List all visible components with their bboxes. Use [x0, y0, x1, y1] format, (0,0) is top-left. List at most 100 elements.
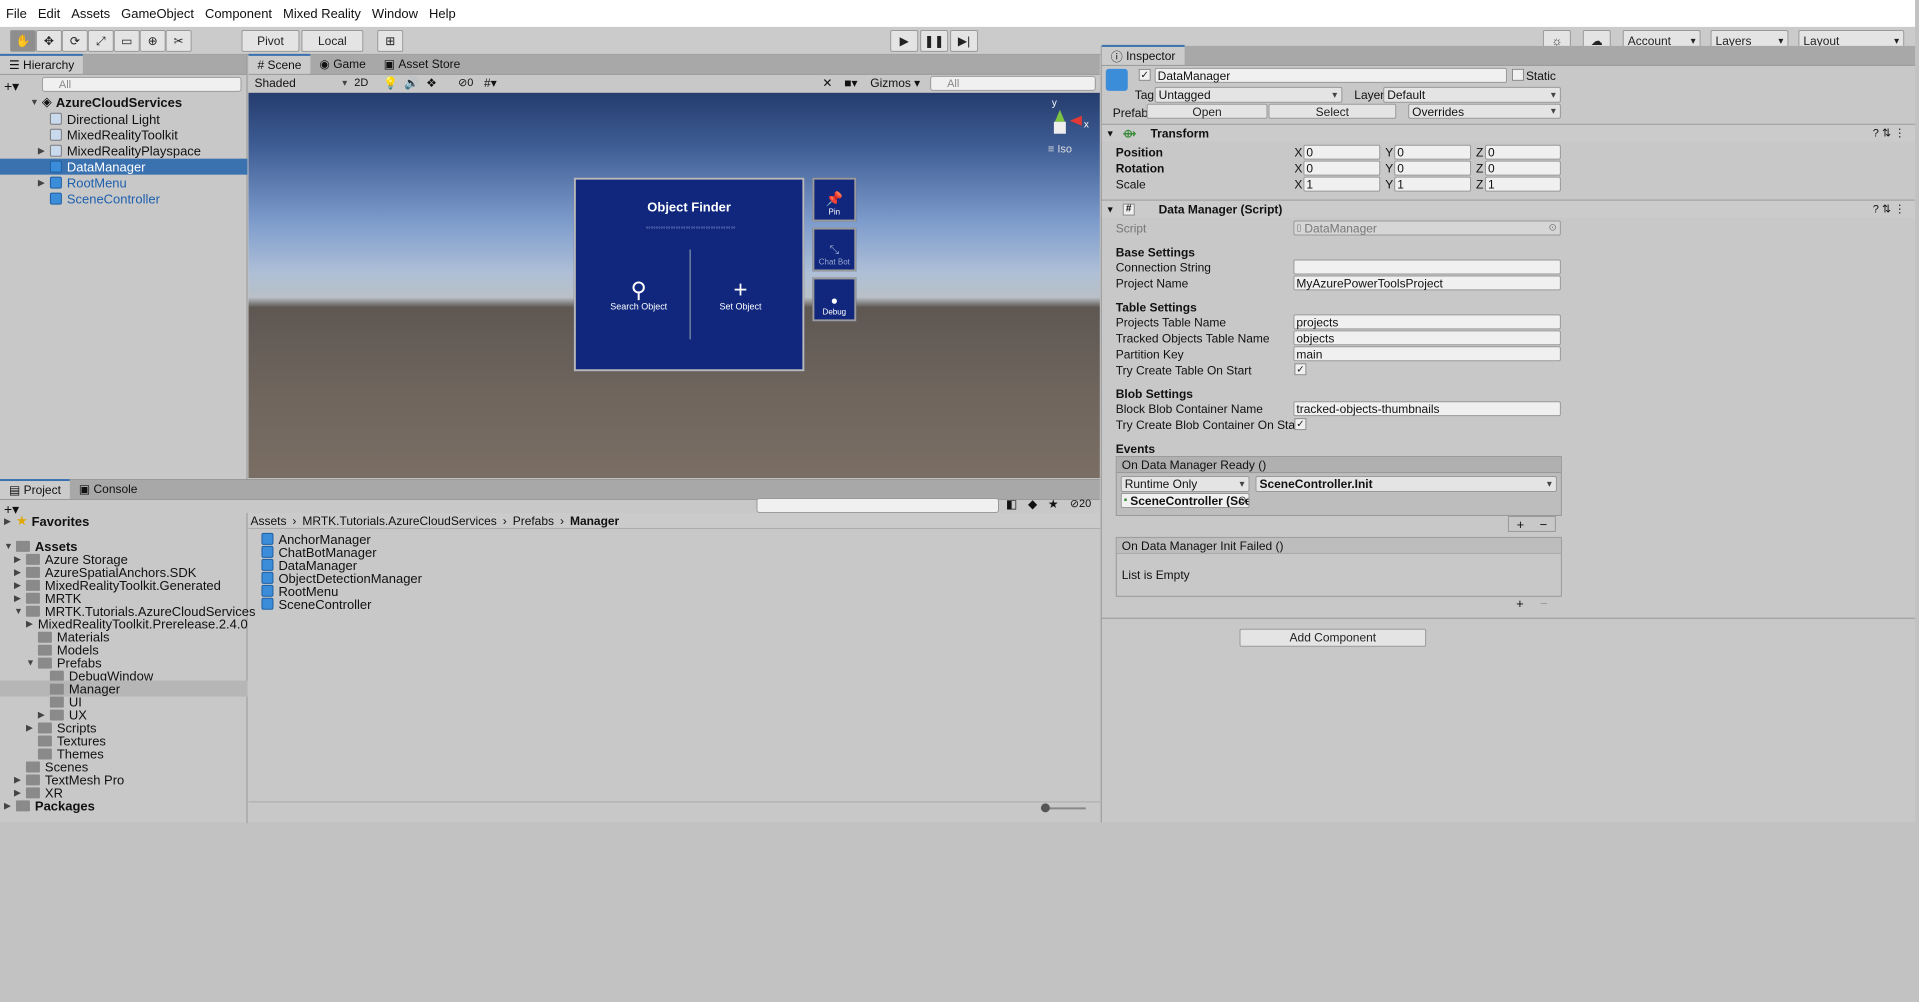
menu-edit[interactable]: Edit: [38, 6, 60, 21]
projects-table-name-input[interactable]: projects: [1293, 314, 1561, 330]
play-icon[interactable]: ▶: [890, 29, 919, 52]
audio-icon[interactable]: 🔊: [404, 76, 419, 90]
hierarchy-search-input[interactable]: All: [41, 76, 242, 92]
local-button[interactable]: Local: [301, 29, 364, 52]
project-search-input[interactable]: [756, 498, 999, 513]
breadcrumb-item[interactable]: Assets: [250, 513, 286, 527]
prefab-select-button[interactable]: Select: [1268, 103, 1397, 119]
debug-button[interactable]: ● Debug: [812, 277, 857, 322]
hierarchy-item[interactable]: SceneController: [49, 191, 160, 207]
snap-icon[interactable]: ⊞: [377, 29, 404, 52]
prefab-open-button[interactable]: Open: [1146, 103, 1268, 119]
scale-tool-icon[interactable]: ⤢: [87, 29, 114, 52]
remove-icon[interactable]: −: [1540, 516, 1548, 531]
tracked-objects-table-name-input[interactable]: objects: [1293, 330, 1561, 346]
menu-window[interactable]: Window: [372, 6, 418, 21]
target-object-field[interactable]: ▪ SceneController (Sce ⊙: [1120, 493, 1250, 508]
asset-item[interactable]: SceneController: [261, 596, 371, 612]
menu-gameobject[interactable]: GameObject: [121, 6, 194, 21]
scale-z-field[interactable]: 1: [1485, 176, 1561, 192]
static-checkbox[interactable]: [1511, 68, 1524, 81]
tab-scene[interactable]: # Scene: [248, 53, 311, 74]
add-icon[interactable]: +: [1517, 516, 1525, 531]
hierarchy-item-selected[interactable]: DataManager: [0, 158, 248, 175]
menu-mixed-reality[interactable]: Mixed Reality: [283, 6, 361, 21]
add-component-button[interactable]: Add Component: [1239, 628, 1427, 647]
tools-icon[interactable]: ✕: [822, 76, 832, 90]
menu-help[interactable]: Help: [429, 6, 456, 21]
overrides-dropdown[interactable]: Overrides: [1408, 103, 1561, 119]
object-name-field[interactable]: DataManager: [1154, 67, 1507, 83]
block-blob-container-input[interactable]: tracked-objects-thumbnails: [1293, 401, 1561, 417]
rotation-x-field[interactable]: 0: [1303, 160, 1381, 176]
rotation-y-field[interactable]: 0: [1394, 160, 1472, 176]
position-z-field[interactable]: 0: [1485, 144, 1561, 160]
tag-dropdown[interactable]: Untagged: [1154, 86, 1343, 103]
favorite-icon[interactable]: ★: [1048, 497, 1059, 511]
position-x-field[interactable]: 0: [1303, 144, 1381, 160]
lighting-icon[interactable]: 💡: [383, 76, 398, 90]
hierarchy-item[interactable]: ▶ MixedRealityPlayspace: [38, 143, 201, 159]
tab-hierarchy[interactable]: ☰ Hierarchy: [0, 53, 84, 74]
scale-x-field[interactable]: 1: [1303, 176, 1381, 192]
effects-icon[interactable]: ❖: [426, 76, 437, 90]
add-icon[interactable]: +▾: [4, 78, 19, 95]
connection-string-input[interactable]: [1293, 259, 1561, 275]
tab-inspector[interactable]: ⓘ Inspector: [1101, 44, 1185, 65]
tab-project[interactable]: ▤ Project: [0, 479, 70, 499]
filter-type-icon[interactable]: ◧: [1006, 497, 1017, 511]
pivot-button[interactable]: Pivot: [241, 29, 300, 52]
rotate-tool-icon[interactable]: ⟳: [61, 29, 88, 52]
step-icon[interactable]: ▶|: [950, 29, 979, 52]
rotation-z-field[interactable]: 0: [1485, 160, 1561, 176]
folder-item-selected[interactable]: Manager: [0, 680, 248, 697]
hidden-objects-toggle[interactable]: ⊘0: [458, 76, 473, 89]
menu-component[interactable]: Component: [205, 6, 272, 21]
position-y-field[interactable]: 0: [1394, 144, 1472, 160]
try-create-blob-checkbox[interactable]: ✓: [1294, 418, 1307, 431]
set-object-button[interactable]: + Set Object: [692, 278, 790, 311]
breadcrumb-item[interactable]: MRTK.Tutorials.AzureCloudServices: [302, 513, 496, 527]
transform-header[interactable]: ▼ ⟴ Transform ? ⇅ ⋮: [1101, 123, 1916, 142]
tab-console[interactable]: ▣ Console: [70, 479, 147, 499]
pause-icon[interactable]: ❚❚: [920, 29, 949, 52]
partition-key-input[interactable]: main: [1293, 346, 1561, 362]
add-icon[interactable]: +: [1516, 595, 1524, 610]
packages-item[interactable]: ▶ Packages: [4, 797, 95, 813]
rect-tool-icon[interactable]: ▭: [113, 29, 140, 52]
hierarchy-item[interactable]: Directional Light: [49, 111, 160, 127]
breadcrumb-item[interactable]: Prefabs: [513, 513, 554, 527]
runtime-dropdown[interactable]: Runtime Only: [1120, 476, 1250, 493]
function-dropdown[interactable]: SceneController.Init: [1255, 476, 1557, 493]
layer-dropdown[interactable]: Default: [1383, 86, 1561, 103]
component-menu-icon[interactable]: ? ⇅ ⋮: [1873, 127, 1905, 140]
shading-dropdown[interactable]: Shaded: [251, 75, 351, 91]
scale-y-field[interactable]: 1: [1394, 176, 1472, 192]
slider-handle[interactable]: [1040, 803, 1050, 813]
breadcrumb-item[interactable]: Manager: [570, 513, 619, 527]
custom-tool-icon[interactable]: ✂: [165, 29, 192, 52]
search-object-button[interactable]: ⚲ Search Object: [590, 279, 688, 311]
gizmos-dropdown[interactable]: Gizmos ▾: [870, 76, 920, 90]
favorites-item[interactable]: ▶ ★ Favorites: [4, 513, 89, 529]
camera-icon[interactable]: ■▾: [844, 76, 857, 90]
component-menu-icon[interactable]: ? ⇅ ⋮: [1873, 203, 1905, 216]
scene-search-input[interactable]: All: [930, 75, 1096, 91]
move-tool-icon[interactable]: ✥: [35, 29, 62, 52]
try-create-table-checkbox[interactable]: ✓: [1294, 363, 1307, 376]
project-name-input[interactable]: MyAzurePowerToolsProject: [1293, 275, 1561, 291]
hierarchy-item[interactable]: ▶ RootMenu: [38, 175, 127, 191]
script-header[interactable]: ▼ # Data Manager (Script) ? ⇅ ⋮: [1101, 199, 1916, 218]
scene-root[interactable]: ▼ ◈ AzureCloudServices: [30, 94, 248, 110]
menu-file[interactable]: File: [6, 6, 27, 21]
orientation-gizmo[interactable]: y x ≡ Iso: [1048, 98, 1096, 158]
transform-tool-icon[interactable]: ⊕: [139, 29, 166, 52]
pin-button[interactable]: 📌 Pin: [812, 177, 857, 222]
hidden-packages-toggle[interactable]: ⊘20: [1070, 497, 1091, 510]
filter-label-icon[interactable]: ◆: [1028, 497, 1037, 511]
grid-icon[interactable]: #▾: [484, 76, 497, 90]
menu-assets[interactable]: Assets: [71, 6, 110, 21]
tab-game[interactable]: ◉ Game: [310, 54, 374, 74]
hand-tool-icon[interactable]: ✋: [9, 29, 36, 52]
active-checkbox[interactable]: ✓: [1138, 68, 1151, 81]
